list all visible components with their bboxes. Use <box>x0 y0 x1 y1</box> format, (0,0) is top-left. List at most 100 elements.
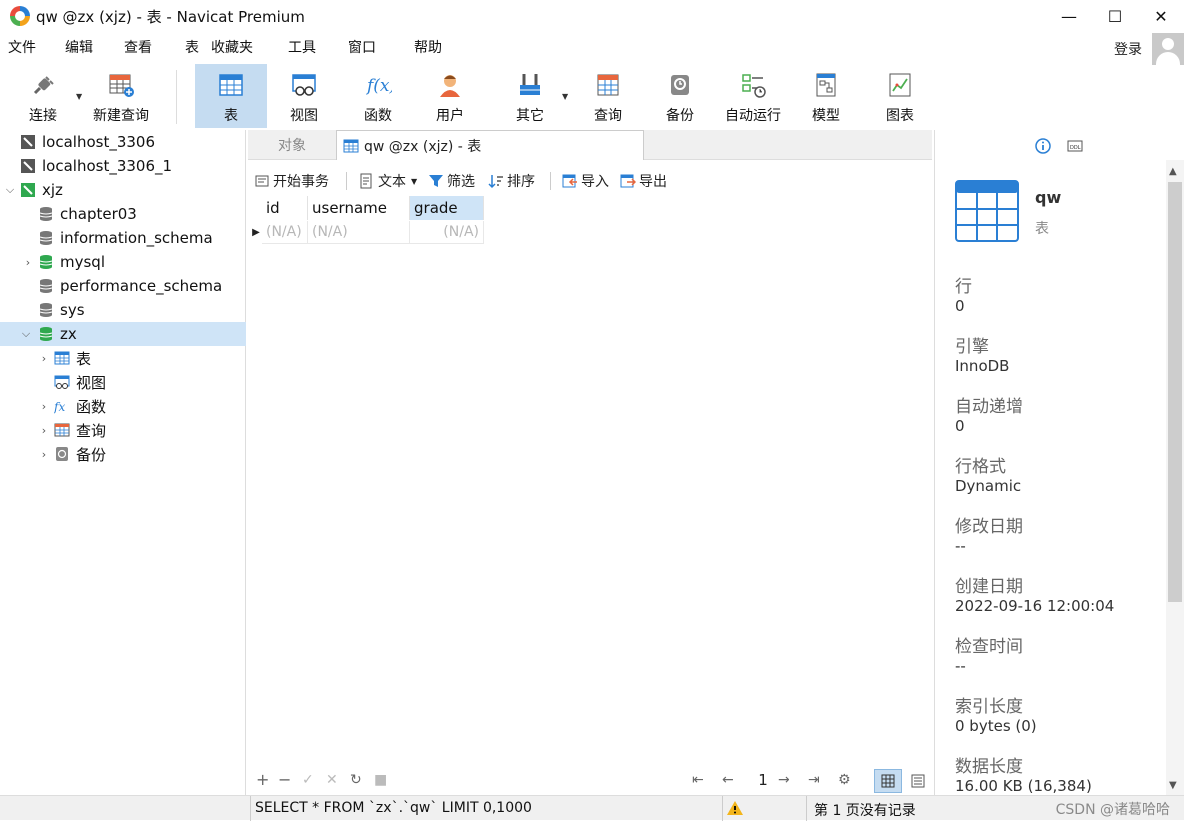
user-tool-label: 用户 <box>436 108 464 124</box>
scroll-up-icon[interactable]: ▲ <box>1169 166 1177 177</box>
prev-page-icon[interactable]: ← <box>722 772 734 788</box>
user-tool-button[interactable]: 用户 <box>422 64 478 128</box>
tree-item-label: performance_schema <box>60 277 223 295</box>
tree-item-performance-schema[interactable]: performance_schema <box>0 274 246 298</box>
menu-file[interactable]: 文件 <box>4 37 40 57</box>
table-tool-button[interactable]: 表 <box>195 64 267 128</box>
view-tool-label: 视图 <box>290 108 318 124</box>
menu-tools[interactable]: 工具 <box>284 37 320 57</box>
sort-button[interactable]: 排序 <box>488 171 535 191</box>
database-icon <box>39 207 53 221</box>
chevron-down-icon[interactable]: ⌵ <box>14 327 38 341</box>
function-tool-button[interactable]: f(x) 函数 <box>350 64 406 128</box>
warning-icon[interactable] <box>726 800 744 820</box>
tree-item-chapter03[interactable]: chapter03 <box>0 202 246 226</box>
tree-item-information-schema[interactable]: information_schema <box>0 226 246 250</box>
connect-dropdown-icon[interactable]: ▼ <box>76 92 82 101</box>
connect-button[interactable]: 连接 <box>20 64 66 128</box>
info-label-row-format: 行格式 <box>955 457 1006 477</box>
form-view-button[interactable] <box>906 769 930 793</box>
query-tool-button[interactable]: 查询 <box>580 64 636 128</box>
view-icon <box>54 375 70 389</box>
info-value-check-time: -- <box>955 657 966 675</box>
export-button[interactable]: 导出 <box>620 171 667 191</box>
begin-transaction-button[interactable]: 开始事务 <box>254 171 329 191</box>
close-button[interactable]: ✕ <box>1138 0 1184 32</box>
discard-changes-icon[interactable]: ✕ <box>326 772 338 788</box>
tree-item-localhost-3306[interactable]: localhost_3306 <box>0 130 246 154</box>
chevron-right-icon[interactable]: › <box>34 424 54 437</box>
chevron-right-icon[interactable]: › <box>34 352 54 365</box>
tree-item-queries[interactable]: › 查询 <box>0 418 246 442</box>
text-button[interactable]: 文本 ▼ <box>358 171 417 191</box>
delete-record-icon[interactable]: − <box>278 770 291 789</box>
column-header-grade[interactable]: grade <box>410 196 484 220</box>
tree-item-views[interactable]: 视图 <box>0 370 246 394</box>
page-number-input[interactable]: 1 <box>750 771 776 791</box>
new-query-button[interactable]: 新建查询 <box>88 64 154 128</box>
tree-item-zx[interactable]: ⌵ zx <box>0 322 246 346</box>
ddl-icon[interactable]: DDL <box>1067 138 1083 158</box>
view-tool-button[interactable]: 视图 <box>276 64 332 128</box>
info-panel-scrollbar[interactable]: ▲ ▼ <box>1166 160 1184 795</box>
minimize-button[interactable]: — <box>1046 0 1092 32</box>
import-button[interactable]: 导入 <box>562 171 609 191</box>
model-tool-label: 模型 <box>812 108 840 124</box>
cell-username[interactable]: (N/A) <box>308 221 410 244</box>
tab-objects[interactable]: 对象 <box>248 130 336 160</box>
avatar-icon[interactable] <box>1152 33 1184 65</box>
cell-id[interactable]: (N/A) <box>262 221 308 244</box>
tree-item-functions[interactable]: › fx 函数 <box>0 394 246 418</box>
settings-gear-icon[interactable]: ⚙ <box>838 772 851 788</box>
tab-table-qw[interactable]: qw @zx (xjz) - 表 <box>336 130 644 160</box>
apply-changes-icon[interactable]: ✓ <box>302 772 314 788</box>
menu-table[interactable]: 表 <box>181 37 203 57</box>
tree-item-localhost-3306-1[interactable]: localhost_3306_1 <box>0 154 246 178</box>
add-record-icon[interactable]: + <box>256 770 269 789</box>
column-header-id[interactable]: id <box>262 196 308 220</box>
new-query-icon <box>106 70 136 100</box>
info-label-rows: 行 <box>955 277 972 297</box>
tree-item-tables[interactable]: › 表 <box>0 346 246 370</box>
login-link[interactable]: 登录 <box>1114 39 1142 59</box>
menu-help[interactable]: 帮助 <box>410 37 446 57</box>
filter-button[interactable]: 筛选 <box>428 171 475 191</box>
query-icon <box>54 423 70 437</box>
chevron-right-icon[interactable]: › <box>34 400 54 413</box>
menu-window[interactable]: 窗口 <box>344 37 380 57</box>
menu-edit[interactable]: 编辑 <box>61 37 97 57</box>
refresh-icon[interactable]: ↻ <box>350 772 362 788</box>
first-page-icon[interactable]: ⇤ <box>692 772 704 788</box>
login-area[interactable]: 登录 <box>1114 32 1184 66</box>
next-page-icon[interactable]: → <box>778 772 790 788</box>
grid-view-button[interactable] <box>874 769 902 793</box>
other-dropdown-icon[interactable]: ▼ <box>562 92 568 101</box>
chart-tool-button[interactable]: 图表 <box>872 64 928 128</box>
automation-tool-button[interactable]: 自动运行 <box>720 64 786 128</box>
page-info: 第 1 页没有记录 <box>814 803 916 819</box>
database-icon <box>39 231 53 245</box>
model-tool-button[interactable]: 模型 <box>798 64 854 128</box>
other-tool-button[interactable]: 其它 <box>502 64 558 128</box>
text-dropdown-icon[interactable]: ▼ <box>411 177 417 186</box>
maximize-button[interactable]: ☐ <box>1092 0 1138 32</box>
column-header-username[interactable]: username <box>308 196 410 220</box>
tree-item-mysql[interactable]: › mysql <box>0 250 246 274</box>
chevron-right-icon[interactable]: › <box>18 256 38 269</box>
tree-item-backups[interactable]: › 备份 <box>0 442 246 466</box>
scroll-down-icon[interactable]: ▼ <box>1169 780 1177 791</box>
chevron-down-icon[interactable]: ⌵ <box>0 183 20 197</box>
tree-item-xjz[interactable]: ⌵ xjz <box>0 178 246 202</box>
table-icon <box>216 70 246 100</box>
tree-item-sys[interactable]: sys <box>0 298 246 322</box>
backup-tool-button[interactable]: 备份 <box>652 64 708 128</box>
toolbar-separator <box>176 70 177 124</box>
last-page-icon[interactable]: ⇥ <box>808 772 820 788</box>
cell-grade[interactable]: (N/A) <box>410 221 484 244</box>
menu-favorites[interactable]: 收藏夹 <box>207 37 257 57</box>
chevron-right-icon[interactable]: › <box>34 448 54 461</box>
info-icon[interactable] <box>1035 138 1051 158</box>
stop-icon[interactable]: ■ <box>374 772 387 788</box>
scroll-thumb[interactable] <box>1168 182 1182 602</box>
menu-view[interactable]: 查看 <box>120 37 156 57</box>
